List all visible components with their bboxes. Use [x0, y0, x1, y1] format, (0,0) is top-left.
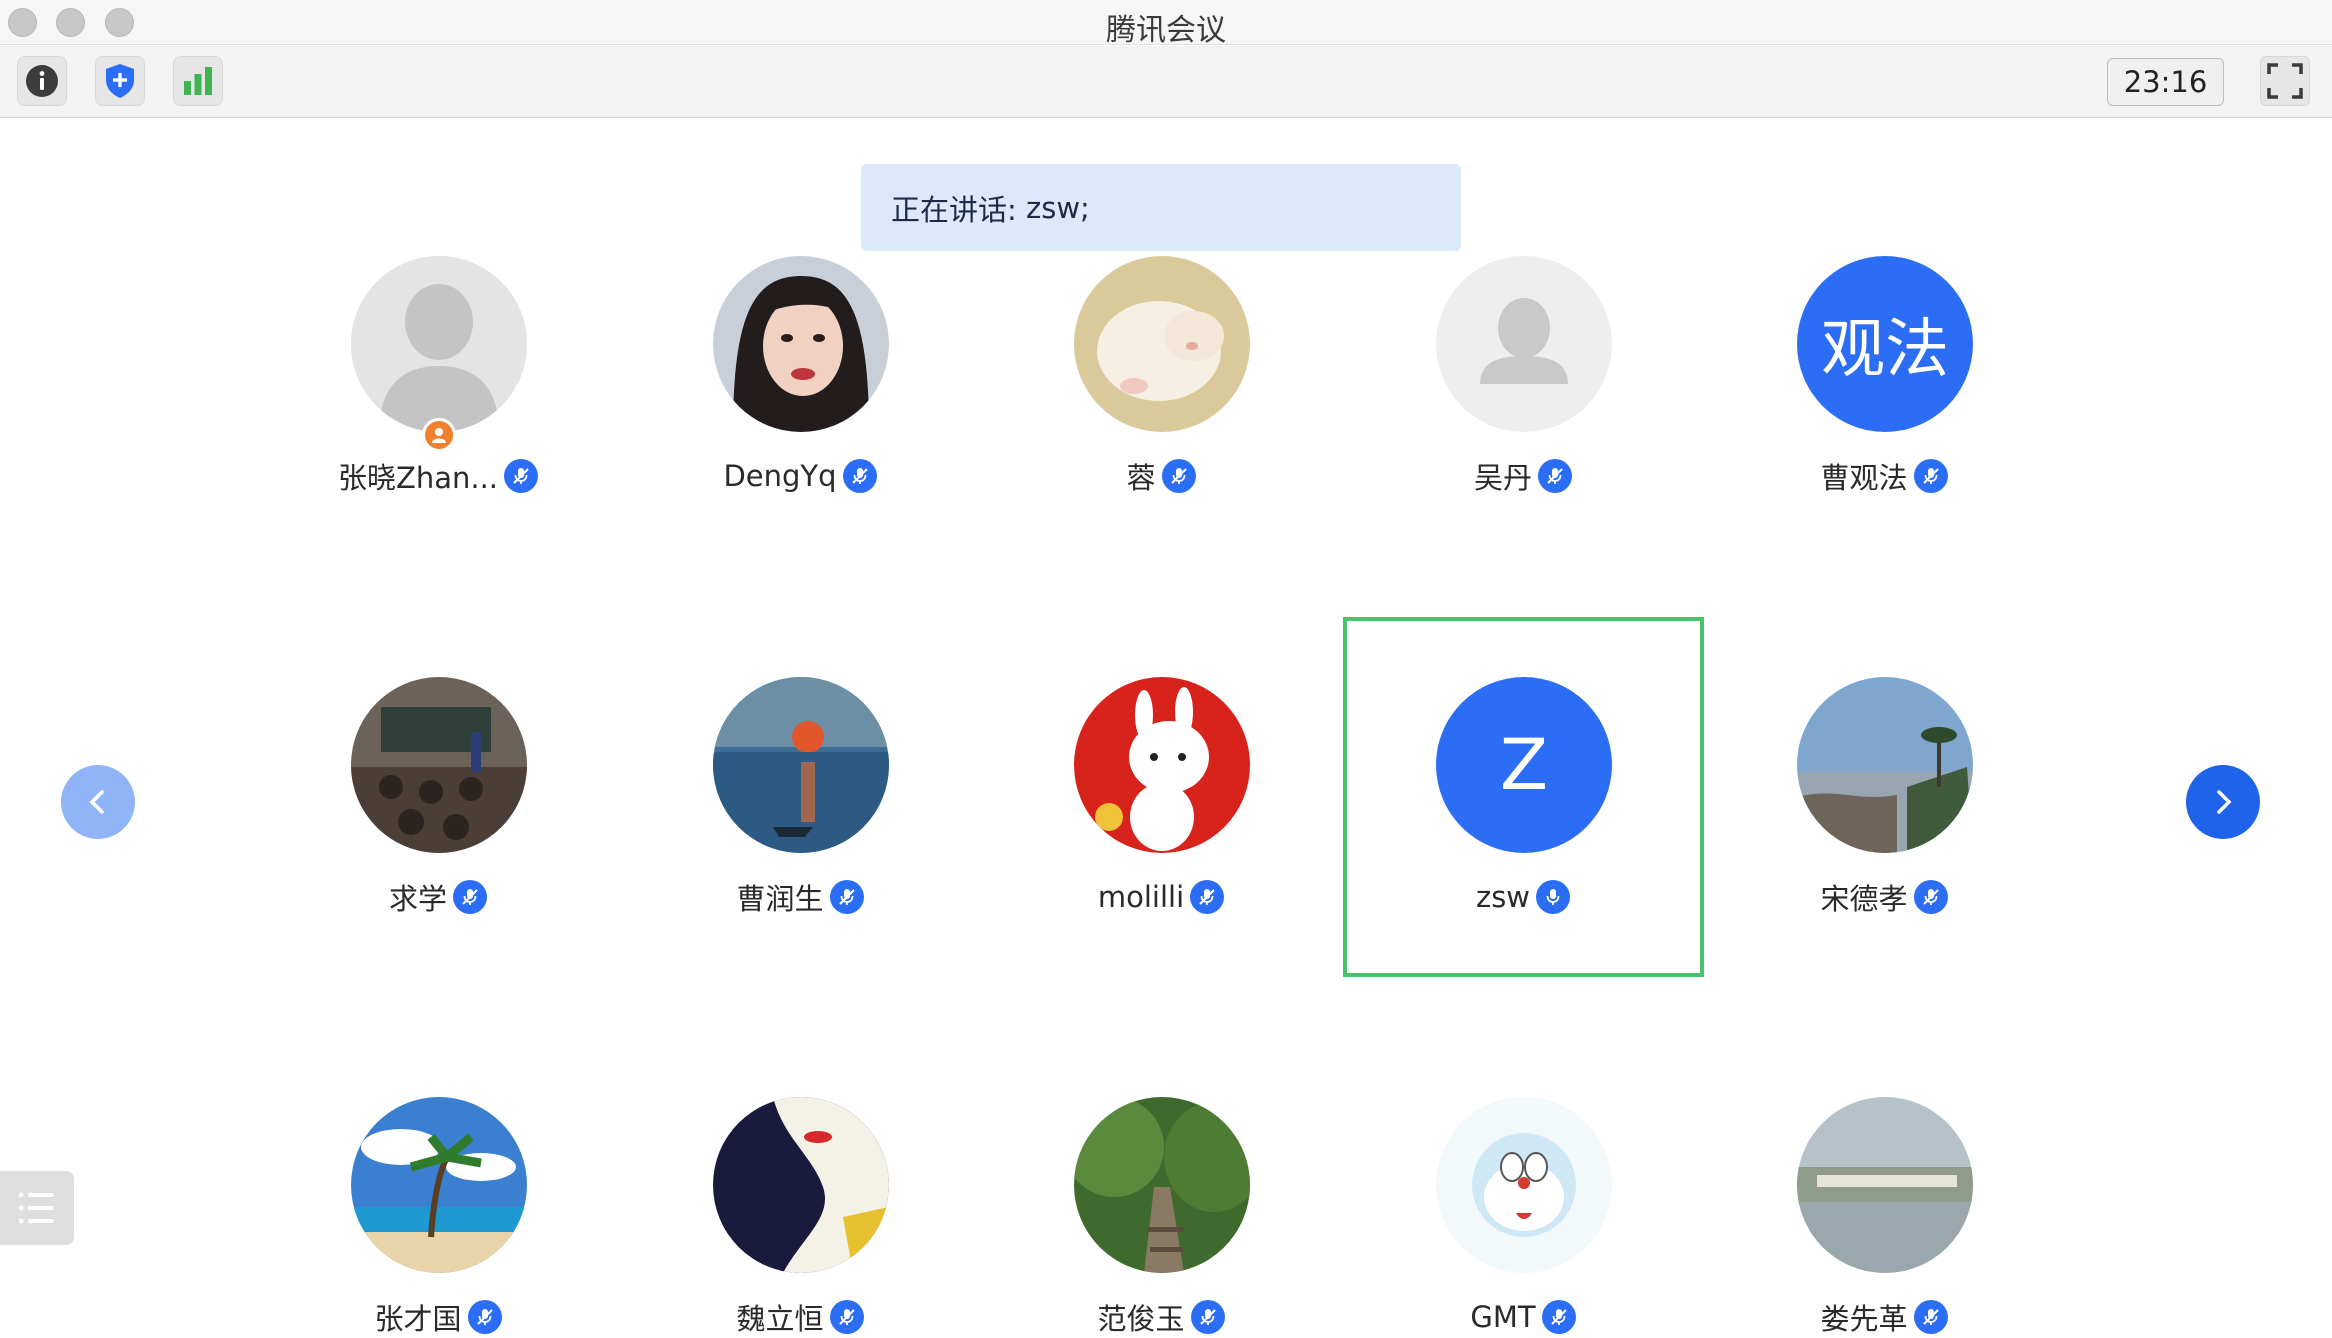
participant-name: 曹润生: [736, 882, 824, 916]
mic-muted-icon: [1190, 1300, 1225, 1334]
participant-name: 蓉: [1126, 461, 1156, 495]
mic-active-icon: [1536, 880, 1571, 914]
mic-muted-icon: [504, 459, 539, 493]
speaking-label: 正在讲话:: [891, 192, 1017, 227]
mic-muted-icon: [1541, 1300, 1576, 1334]
participant-name: GMT: [1470, 1300, 1536, 1334]
participant-list-button[interactable]: [0, 1171, 74, 1245]
participant-tile[interactable]: 魏立恒: [625, 1097, 975, 1338]
avatar: [713, 256, 889, 432]
chevron-left-icon: [89, 790, 104, 814]
mic-muted-icon: [829, 1300, 864, 1334]
avatar: [351, 256, 527, 432]
speaking-names: zsw;: [1026, 190, 1090, 225]
participant-tile[interactable]: GMT: [1348, 1097, 1698, 1338]
participant-tile[interactable]: 吴丹: [1348, 256, 1698, 556]
avatar: [1797, 1097, 1973, 1273]
info-icon: [26, 65, 58, 97]
signal-bars-icon: [184, 67, 212, 95]
mic-muted-icon: [1913, 880, 1948, 914]
avatar: [713, 677, 889, 853]
participant-name: 求学: [388, 882, 447, 916]
meeting-info-button[interactable]: [17, 56, 67, 106]
avatar: [1436, 256, 1612, 432]
speaking-indicator: 正在讲话: zsw;: [861, 164, 1461, 251]
fullscreen-button[interactable]: [2260, 56, 2310, 106]
previous-page-button[interactable]: [61, 765, 135, 839]
mic-muted-icon: [1190, 880, 1225, 914]
mic-muted-icon: [842, 459, 877, 493]
participant-tile[interactable]: 求学: [263, 677, 613, 977]
host-badge: [422, 418, 456, 452]
participant-tile-active[interactable]: Z zsw: [1348, 677, 1698, 977]
mic-muted-icon: [467, 1300, 502, 1334]
avatar: [1074, 256, 1250, 432]
avatar: [351, 677, 527, 853]
participant-tile[interactable]: 范俊玉: [986, 1097, 1336, 1338]
mic-muted-icon: [1161, 459, 1196, 493]
avatar: [351, 1097, 527, 1273]
window-title: 腾讯会议: [1106, 13, 1226, 48]
avatar: [1436, 1097, 1612, 1273]
participant-tile[interactable]: 观法 曹观法: [1709, 256, 2059, 556]
next-page-button[interactable]: [2186, 765, 2260, 839]
participant-name: 吴丹: [1473, 461, 1532, 495]
participant-tile[interactable]: 张才国: [263, 1097, 613, 1338]
participant-name: 魏立恒: [736, 1302, 824, 1336]
avatar: [1797, 677, 1973, 853]
participant-name: 张才国: [374, 1302, 462, 1336]
meeting-duration: 23:16: [2107, 58, 2224, 106]
participant-tile[interactable]: 曹润生: [625, 677, 975, 977]
mic-muted-icon: [1538, 459, 1572, 493]
avatar: [713, 1097, 889, 1273]
avatar: 观法: [1797, 256, 1973, 432]
participant-tile[interactable]: molilli: [986, 677, 1336, 977]
participant-name: zsw: [1475, 880, 1531, 914]
participant-tile[interactable]: DengYq: [625, 256, 975, 556]
network-status-button[interactable]: [173, 56, 223, 106]
participant-name: molilli: [1097, 880, 1185, 914]
list-icon: [18, 1192, 54, 1224]
meeting-toolbar: 23:16: [0, 46, 2332, 118]
participant-name: 宋德孝: [1820, 882, 1908, 916]
avatar: Z: [1436, 677, 1612, 853]
avatar: [1074, 1097, 1250, 1273]
participant-name: 张晓Zhan...: [337, 461, 499, 495]
participant-name: 曹观法: [1820, 461, 1908, 495]
security-button[interactable]: [95, 56, 145, 106]
mic-muted-icon: [829, 880, 864, 914]
mic-muted-icon: [1913, 459, 1948, 493]
mic-muted-icon: [1913, 1300, 1948, 1334]
participant-tile[interactable]: 宋德孝: [1709, 677, 2059, 977]
shield-icon: [106, 64, 134, 98]
chevron-right-icon: [2217, 790, 2232, 814]
fullscreen-icon: [2267, 63, 2303, 99]
host-icon: [432, 428, 446, 443]
participant-name: DengYq: [723, 459, 837, 493]
participant-tile[interactable]: 蓉: [986, 256, 1336, 556]
title-bar: 腾讯会议: [0, 0, 2332, 48]
participant-tile[interactable]: 张晓Zhan...: [263, 256, 613, 556]
participant-tile[interactable]: 娄先革: [1709, 1097, 2059, 1338]
participant-name: 娄先革: [1820, 1302, 1908, 1336]
avatar: [1074, 677, 1250, 853]
mic-muted-icon: [453, 880, 487, 914]
participant-name: 范俊玉: [1097, 1302, 1185, 1336]
